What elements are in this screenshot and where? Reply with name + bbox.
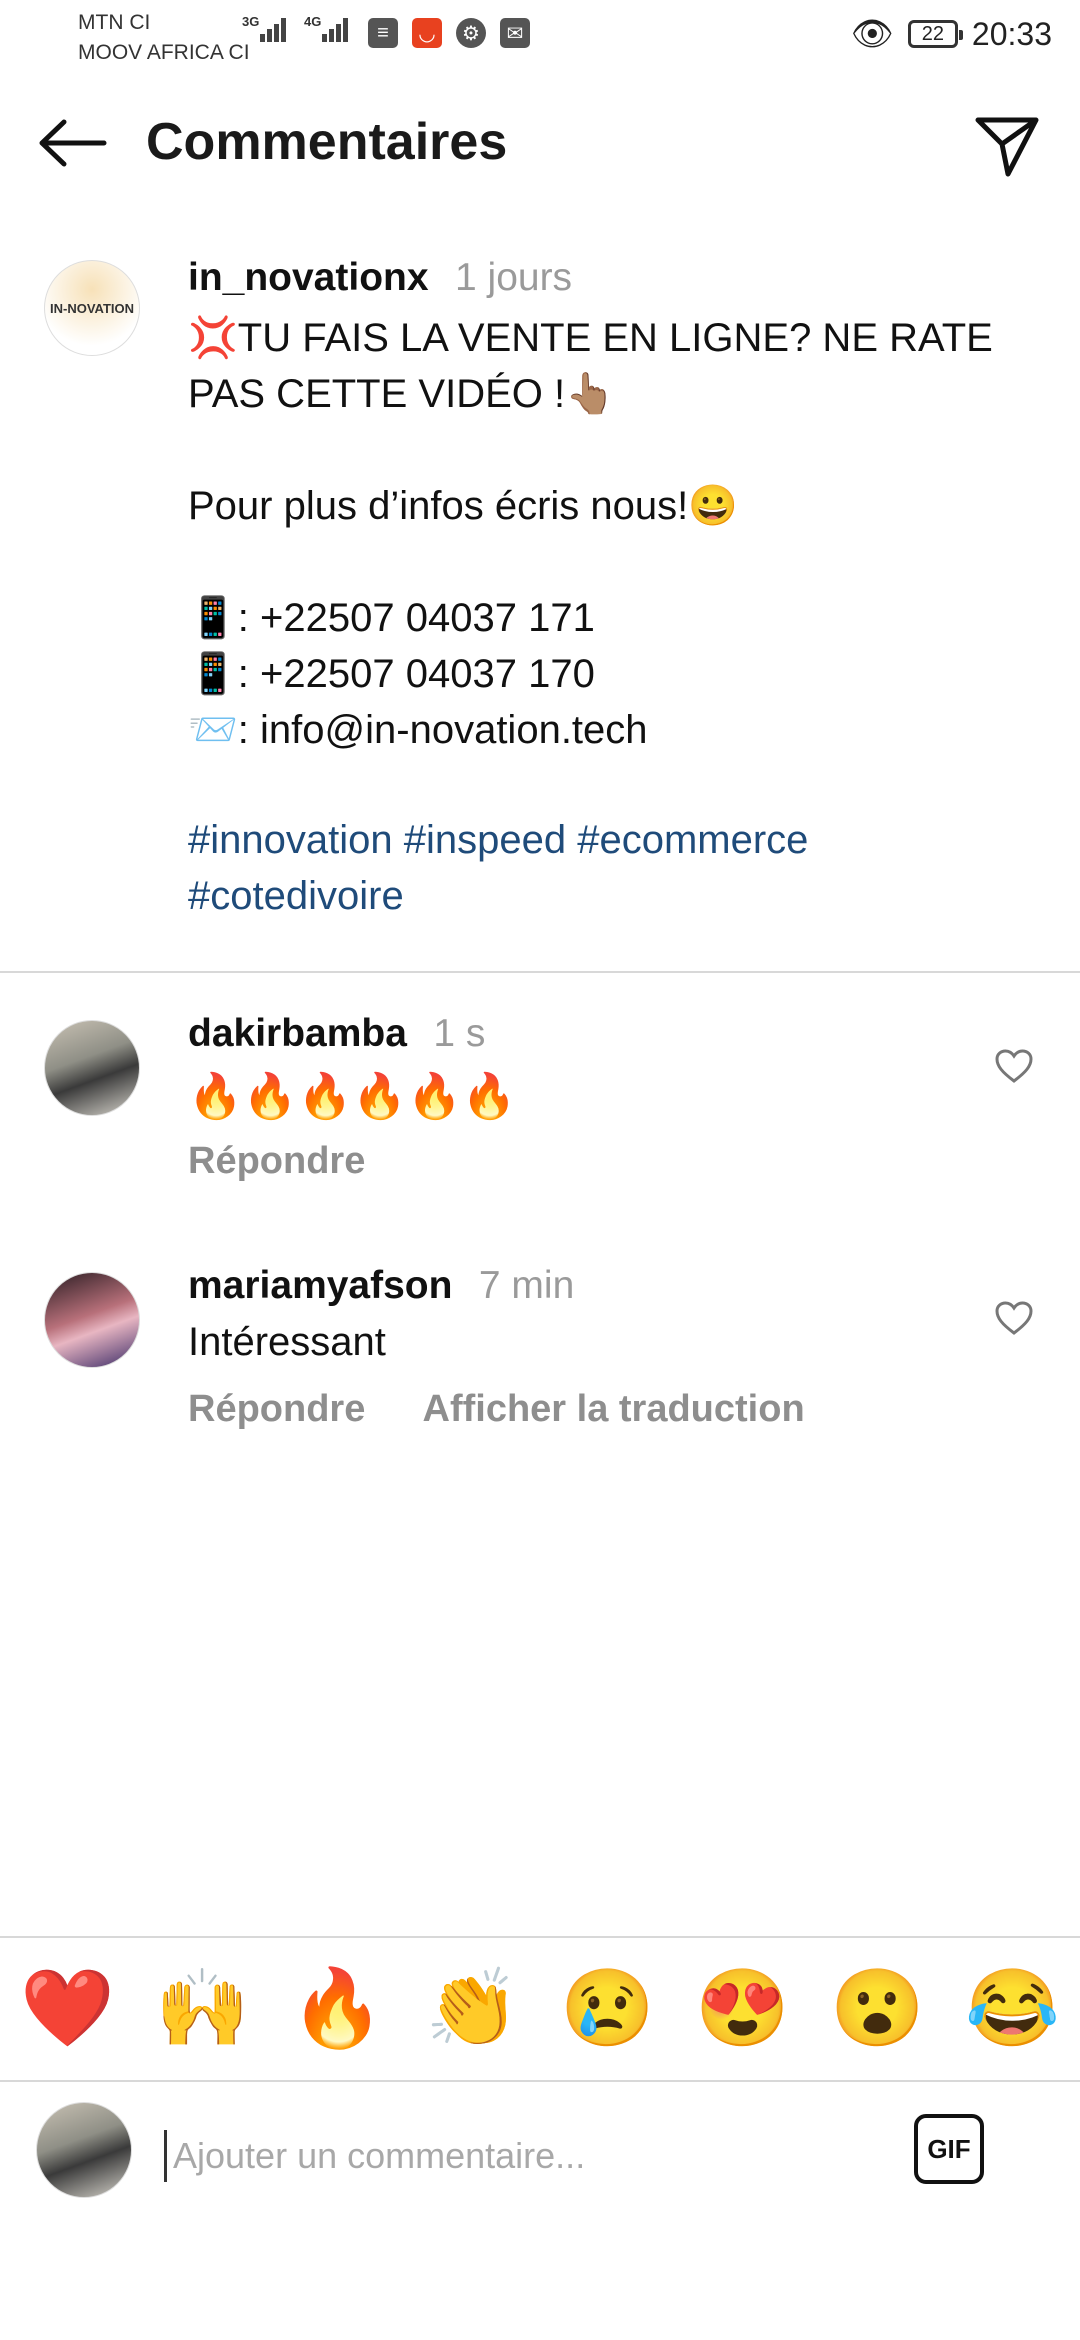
comment-text: 🔥🔥🔥🔥🔥🔥: [188, 1072, 517, 1121]
caption-header: in_novationx 1 jours: [188, 256, 572, 300]
avatar: [36, 2102, 132, 2198]
emoji-heart-button[interactable]: ❤️: [13, 1971, 123, 2047]
signal-icon: 3G: [242, 14, 286, 42]
emoji-quick-bar: ❤️ 🙌 🔥 👏 😢 😍 😮 😂: [0, 1938, 1080, 2080]
comment-actions: Répondre: [188, 1140, 413, 1183]
battery-level: 22: [921, 22, 945, 45]
comment-username[interactable]: dakirbamba: [188, 1012, 407, 1055]
gif-label: GIF: [927, 2133, 971, 2164]
emoji-laughing-button[interactable]: 😂: [958, 1971, 1068, 2047]
divider: [0, 971, 1080, 973]
header: Commentaires: [0, 88, 1080, 198]
comment-actions: Répondre Afficher la traduction: [188, 1388, 853, 1431]
signal-icon: 4G: [304, 14, 348, 42]
battery-icon: 22: [907, 20, 963, 48]
post-username[interactable]: in_novationx: [188, 256, 429, 299]
emoji-crying-button[interactable]: 😢: [553, 1971, 663, 2047]
comment-username[interactable]: mariamyafson: [188, 1264, 452, 1307]
comment-header: dakirbamba 1 s: [188, 1012, 485, 1056]
network-type-2: 4G: [304, 14, 322, 29]
reply-button[interactable]: Répondre: [188, 1388, 365, 1430]
comment-text: Intéressant: [188, 1320, 386, 1364]
status-right: 👁 22 20:33: [851, 14, 1052, 54]
status-bar: MTN CI MOOV AFRICA CI 3G 4G ≡ ◡ ⚙ ✉ 👁 22…: [0, 0, 1080, 72]
emoji-raised-hands-button[interactable]: 🙌: [148, 1971, 258, 2047]
carrier-2: MOOV AFRICA CI: [78, 41, 250, 64]
comment-item: mariamyafson 7 min Intéressant Répondre …: [0, 1262, 1080, 1462]
emoji-fire-button[interactable]: 🔥: [283, 1971, 393, 2047]
clock: 20:33: [971, 15, 1052, 52]
eye-icon: 👁: [850, 15, 894, 53]
avatar[interactable]: [44, 1272, 140, 1368]
comment-header: mariamyafson 7 min: [188, 1264, 574, 1308]
emoji-surprised-button[interactable]: 😮: [823, 1971, 933, 2047]
send-icon[interactable]: [972, 110, 1042, 180]
comment-time: 7 min: [478, 1264, 575, 1307]
carrier-info: MTN CI MOOV AFRICA CI: [78, 8, 250, 68]
aliexpress-icon: ◡: [412, 18, 442, 48]
comment-input[interactable]: [164, 2130, 893, 2182]
avatar-brand-text: IN-NOVATION: [49, 300, 134, 316]
signal-indicators: 3G 4G: [242, 14, 348, 42]
gif-button[interactable]: GIF: [914, 2114, 984, 2184]
divider: [0, 2080, 1080, 2082]
emoji-clap-button[interactable]: 👏: [418, 1971, 528, 2047]
mail-icon: ✉: [500, 18, 530, 48]
comment-item: dakirbamba 1 s 🔥🔥🔥🔥🔥🔥 Répondre: [0, 1010, 1080, 1210]
back-arrow-icon[interactable]: [36, 118, 108, 168]
settings-icon: ⚙: [456, 18, 486, 48]
avatar[interactable]: [44, 1020, 140, 1116]
post-hashtags[interactable]: #innovation #inspeed #ecommerce #cotediv…: [188, 812, 1008, 924]
post-caption: 💢TU FAIS LA VENTE EN LIGNE? NE RATE PAS …: [188, 316, 993, 752]
network-type-1: 3G: [242, 14, 260, 29]
news-icon: ≡: [368, 18, 398, 48]
notification-icons: ≡ ◡ ⚙ ✉: [368, 18, 530, 48]
heart-icon[interactable]: [994, 1300, 1034, 1336]
avatar[interactable]: IN-NOVATION: [44, 260, 140, 356]
heart-icon[interactable]: [994, 1048, 1034, 1084]
page-title: Commentaires: [146, 113, 508, 171]
translate-button[interactable]: Afficher la traduction: [423, 1388, 805, 1430]
emoji-heart-eyes-button[interactable]: 😍: [688, 1971, 798, 2047]
comment-composer: GIF: [0, 2084, 1080, 2222]
carrier-1: MTN CI: [78, 11, 151, 34]
reply-button[interactable]: Répondre: [188, 1140, 365, 1182]
post-time: 1 jours: [455, 256, 573, 299]
comment-time: 1 s: [433, 1012, 486, 1055]
